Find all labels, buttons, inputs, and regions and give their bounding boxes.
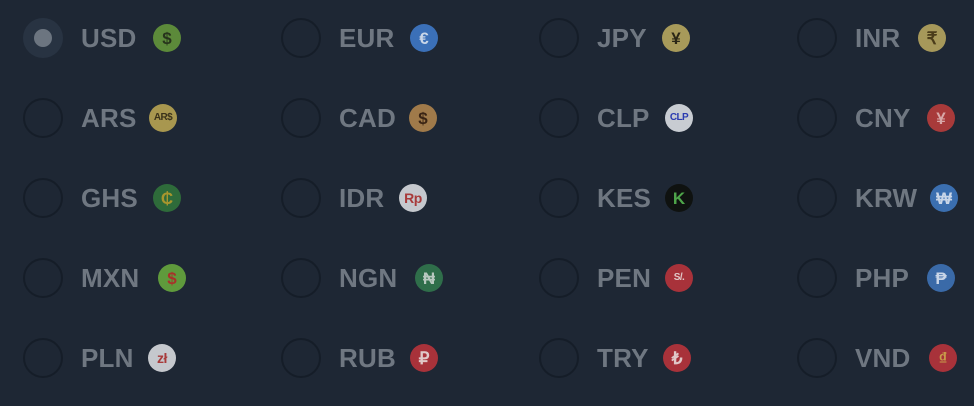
currency-option-cad[interactable]: CAD $ — [281, 96, 521, 140]
currency-code-label: KRW — [855, 183, 918, 213]
radio-button[interactable] — [539, 258, 579, 298]
radio-button[interactable] — [23, 98, 63, 138]
currency-code-label: RUB — [339, 343, 396, 373]
currency-code-label: NGN — [339, 263, 398, 293]
currency-code-label: IDR — [339, 183, 385, 213]
currency-symbol-icon: € — [410, 24, 438, 52]
currency-symbol-icon: ₱ — [927, 264, 955, 292]
currency-code-label: TRY — [597, 343, 649, 373]
radio-button[interactable] — [539, 178, 579, 218]
currency-symbol-icon: zł — [148, 344, 176, 372]
currency-symbol-icon: ₩ — [930, 184, 958, 212]
currency-code-label: EUR — [339, 23, 395, 53]
currency-symbol-icon: Rp — [399, 184, 427, 212]
currency-code-label: VND — [855, 343, 911, 373]
radio-selected-dot — [34, 29, 52, 47]
currency-symbol-icon: AR$ — [149, 104, 177, 132]
currency-symbol-icon: CLP — [665, 104, 693, 132]
currency-option-cny[interactable]: CNY ¥ — [797, 96, 974, 140]
currency-symbol-icon: $ — [153, 24, 181, 52]
currency-symbol-icon: $ — [158, 264, 186, 292]
currency-code-label: GHS — [81, 183, 138, 213]
currency-code-label: USD — [81, 23, 137, 53]
currency-option-kes[interactable]: KES K — [539, 176, 779, 220]
radio-button[interactable] — [539, 338, 579, 378]
currency-option-pen[interactable]: PEN S/. — [539, 256, 779, 300]
radio-button[interactable] — [281, 258, 321, 298]
currency-option-php[interactable]: PHP ₱ — [797, 256, 974, 300]
radio-button[interactable] — [23, 178, 63, 218]
currency-option-ghs[interactable]: GHS ₵ — [23, 176, 263, 220]
currency-symbol-icon: S/. — [665, 264, 693, 292]
radio-button[interactable] — [797, 258, 837, 298]
currency-symbol-icon: K — [665, 184, 693, 212]
currency-option-usd[interactable]: USD $ — [23, 16, 263, 60]
currency-option-pln[interactable]: PLN zł — [23, 336, 263, 380]
currency-symbol-icon: ₫ — [929, 344, 957, 372]
currency-symbol-icon: ¥ — [662, 24, 690, 52]
currency-code-label: PLN — [81, 343, 134, 373]
radio-button[interactable] — [281, 98, 321, 138]
currency-code-label: ARS — [81, 103, 137, 133]
currency-option-krw[interactable]: KRW ₩ — [797, 176, 974, 220]
currency-option-vnd[interactable]: VND ₫ — [797, 336, 974, 380]
radio-button[interactable] — [281, 178, 321, 218]
currency-code-label: CNY — [855, 103, 911, 133]
radio-button[interactable] — [797, 18, 837, 58]
currency-option-idr[interactable]: IDR Rp — [281, 176, 521, 220]
currency-code-label: CLP — [597, 103, 650, 133]
currency-option-inr[interactable]: INR ₹ — [797, 16, 974, 60]
radio-button[interactable] — [281, 18, 321, 58]
currency-option-eur[interactable]: EUR € — [281, 16, 521, 60]
currency-code-label: CAD — [339, 103, 396, 133]
currency-symbol-icon: ₵ — [153, 184, 181, 212]
radio-button[interactable] — [539, 18, 579, 58]
radio-button[interactable] — [281, 338, 321, 378]
currency-option-ngn[interactable]: NGN ₦ — [281, 256, 521, 300]
currency-option-mxn[interactable]: MXN $ — [23, 256, 263, 300]
currency-code-label: INR — [855, 23, 901, 53]
radio-button[interactable] — [797, 178, 837, 218]
currency-code-label: MXN — [81, 263, 140, 293]
currency-symbol-icon: $ — [409, 104, 437, 132]
radio-button[interactable] — [23, 258, 63, 298]
radio-button[interactable] — [539, 98, 579, 138]
currency-option-clp[interactable]: CLP CLP — [539, 96, 779, 140]
radio-button[interactable] — [797, 338, 837, 378]
radio-button[interactable] — [23, 338, 63, 378]
currency-option-try[interactable]: TRY ₺ — [539, 336, 779, 380]
radio-button[interactable] — [797, 98, 837, 138]
currency-symbol-icon: ¥ — [927, 104, 955, 132]
currency-option-rub[interactable]: RUB ₽ — [281, 336, 521, 380]
currency-symbol-icon: ₽ — [410, 344, 438, 372]
currency-symbol-icon: ₹ — [918, 24, 946, 52]
currency-option-grid: USD $ EUR € JPY ¥ INR ₹ ARS AR$ CAD $ CLP CLP CNY ¥ GHS ₵… — [0, 0, 974, 406]
currency-symbol-icon: ₦ — [415, 264, 443, 292]
currency-symbol-icon: ₺ — [663, 344, 691, 372]
currency-option-ars[interactable]: ARS AR$ — [23, 96, 263, 140]
radio-button[interactable] — [23, 18, 63, 58]
currency-option-jpy[interactable]: JPY ¥ — [539, 16, 779, 60]
currency-code-label: JPY — [597, 23, 647, 53]
currency-code-label: PHP — [855, 263, 910, 293]
currency-code-label: KES — [597, 183, 652, 213]
currency-code-label: PEN — [597, 263, 652, 293]
